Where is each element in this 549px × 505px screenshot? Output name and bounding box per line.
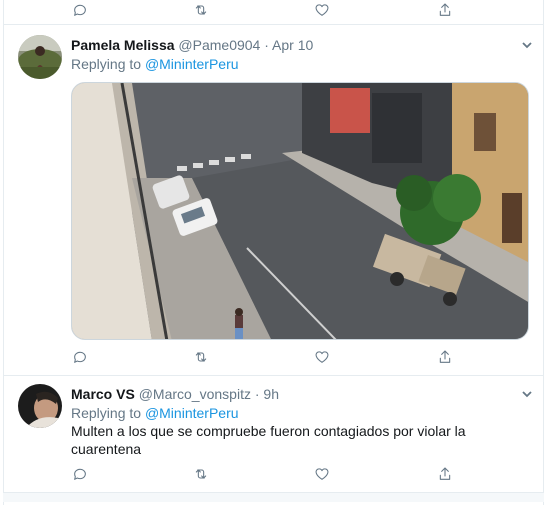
replying-to-label: Replying to <box>71 405 142 421</box>
display-name[interactable]: Marco VS <box>71 386 135 402</box>
display-name[interactable]: Pamela Melissa <box>71 37 175 53</box>
user-handle[interactable]: @Marco_vonspitz <box>139 386 251 402</box>
tweet-text: Multen a los que se compruebe fueron con… <box>71 423 466 457</box>
tweet-header: Marco VS @Marco_vonspitz · 9h <box>71 385 279 403</box>
avatar[interactable] <box>18 35 62 79</box>
tweet-media-photo[interactable] <box>71 82 529 340</box>
heart-icon[interactable] <box>312 0 332 20</box>
separator-dot: · <box>264 37 269 53</box>
avatar[interactable] <box>18 384 62 428</box>
replying-to: Replying to @MininterPeru <box>71 404 239 422</box>
reply-icon[interactable] <box>70 464 90 484</box>
reply-icon[interactable] <box>70 0 90 20</box>
separator-dot: · <box>254 386 260 402</box>
timestamp[interactable]: 9h <box>263 386 279 402</box>
tweet-actions-previous <box>0 0 549 20</box>
user-handle[interactable]: @Pame0904 <box>178 37 260 53</box>
replying-to-link[interactable]: @MininterPeru <box>145 56 239 72</box>
tweet-actions-marco <box>0 464 549 484</box>
retweet-icon[interactable] <box>191 464 211 484</box>
reply-icon[interactable] <box>70 347 90 367</box>
section-divider <box>3 492 544 502</box>
timestamp[interactable]: Apr 10 <box>272 37 313 53</box>
chevron-down-icon[interactable] <box>518 385 536 403</box>
share-icon[interactable] <box>435 464 455 484</box>
share-icon[interactable] <box>435 347 455 367</box>
replying-to: Replying to @MininterPeru <box>71 55 239 73</box>
chevron-down-icon[interactable] <box>518 36 536 54</box>
replying-to-link[interactable]: @MininterPeru <box>145 405 239 421</box>
retweet-icon[interactable] <box>191 347 211 367</box>
heart-icon[interactable] <box>312 347 332 367</box>
share-icon[interactable] <box>435 0 455 20</box>
tweet-actions-pamela <box>0 347 549 367</box>
replying-to-label: Replying to <box>71 56 142 72</box>
tweet-header: Pamela Melissa @Pame0904 · Apr 10 <box>71 36 313 54</box>
heart-icon[interactable] <box>312 464 332 484</box>
retweet-icon[interactable] <box>191 0 211 20</box>
